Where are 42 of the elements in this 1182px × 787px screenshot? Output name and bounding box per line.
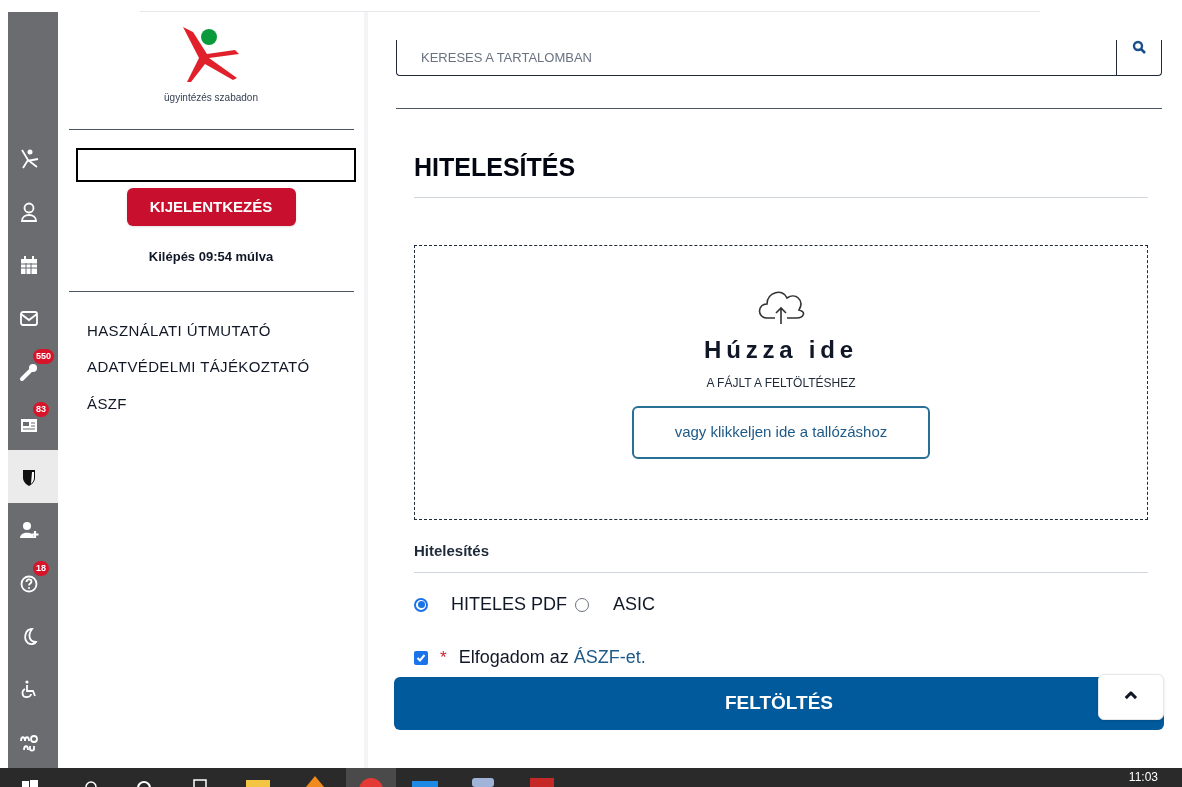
rail-item[interactable]: 83 [8,397,58,450]
radio-label: HITELES PDF [451,593,568,616]
radio-label: ASIC [613,593,656,616]
windows-icon[interactable] [22,779,38,787]
terms-checkbox[interactable] [414,650,428,665]
drop-zone-title: Húzza ide [704,334,858,365]
radio-button[interactable] [414,597,428,612]
section-label: Hitelesítés [414,539,1148,573]
scroll-top-button[interactable]: ⌃ [1098,674,1164,720]
user-name-field[interactable] [76,148,356,182]
terms-link[interactable]: ÁSZF-et. [573,647,646,667]
pdf-app-icon[interactable] [530,777,554,787]
search-button[interactable] [1116,40,1162,76]
search-icon [1132,40,1146,54]
sidebar-link[interactable]: ADATVÉDELMI TÁJÉKOZTATÓ [87,356,310,379]
mail-icon[interactable] [412,779,438,787]
app-icon[interactable] [470,777,496,787]
logo-figure-icon [18,147,40,170]
search-icon[interactable] [84,779,98,787]
task-view-icon[interactable] [192,777,208,787]
browse-button[interactable]: vagy klikkeljen ide a tallózáshoz [632,405,930,459]
session-timer: Kilépés 09:54 múlva [148,248,274,266]
count-badge: 18 [33,561,49,576]
folder-icon[interactable] [246,778,270,787]
drop-zone[interactable]: Húzza ide A FÁJLT A FELTÖLTÉSHEZ vagy klikkeljen ide a tallózáshoz [414,244,1148,520]
calendar-icon [18,253,40,276]
search-field[interactable]: KERESES A TARTALOMBAN [396,40,1116,76]
required-mark: * [440,646,447,669]
user-icon [18,200,40,223]
logout-button[interactable]: KIJELENTKEZÉS [126,188,296,226]
drop-zone-subtitle: A FÁJLT A FELTÖLTÉSHEZ [706,374,856,392]
rail-item[interactable]: 18 [8,556,58,609]
sidebar-link[interactable]: HASZNÁLATI ÚTMUTATÓ [87,319,310,342]
terms-label: Elfogadom az ÁSZF-et. [458,646,646,669]
page-title: HITELESÍTÉS [414,149,1148,198]
clock: 11:03 [1128,771,1158,786]
logo-caption: ügyintézés szabadon [164,91,258,105]
count-badge: 550 [33,349,55,364]
sidebar-link[interactable]: ÁSZF [87,392,310,415]
app-icon[interactable] [304,776,326,787]
rail-item[interactable]: 550 [8,344,58,397]
count-badge: 83 [33,402,49,417]
